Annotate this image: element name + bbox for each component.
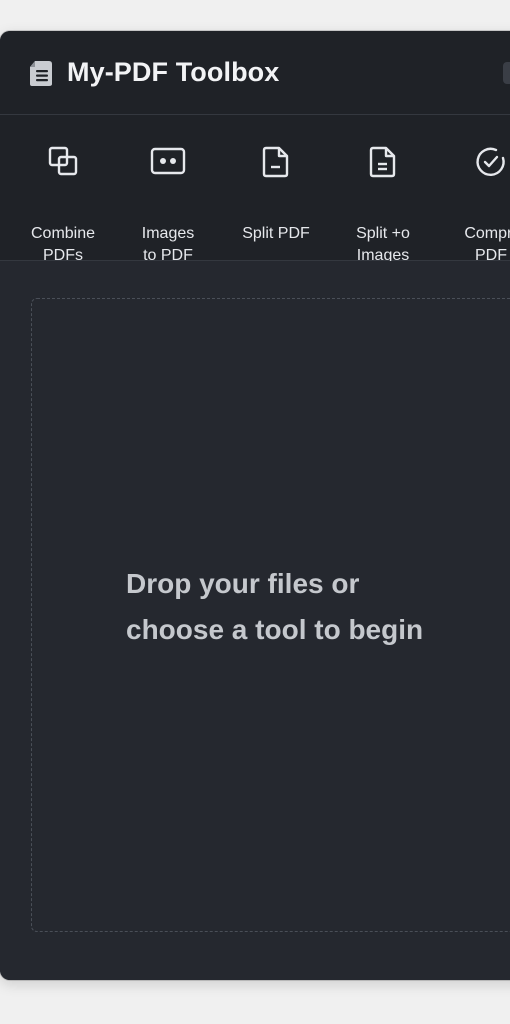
tool-compress-pdf[interactable]: Compr‑ PDF xyxy=(436,115,510,264)
dropzone-message: Drop your files or choose a tool to begi… xyxy=(126,568,424,645)
title-bar: My-PDF Toolbox xyxy=(0,31,510,115)
window-control-button[interactable] xyxy=(503,62,510,84)
check-circle-icon xyxy=(476,147,505,176)
app-logo-icon xyxy=(30,61,52,86)
document-icon xyxy=(262,146,289,178)
app-window: My-PDF Toolbox Combine PDFs Images to PD… xyxy=(0,31,510,980)
combine-icon xyxy=(48,146,78,176)
tool-label: Split PDF xyxy=(242,225,310,242)
document-lines-icon xyxy=(369,146,396,178)
app-title: My-PDF Toolbox xyxy=(67,57,280,87)
drop-area: Drop your files or choose a tool to begi… xyxy=(0,261,510,980)
tool-images-to-pdf[interactable]: Images to PDF xyxy=(113,115,223,264)
image-icon xyxy=(150,147,186,175)
tool-toolbar: Combine PDFs Images to PDF Split PDF Spl… xyxy=(0,115,510,264)
tool-split-to-images[interactable]: Split +o Images xyxy=(328,115,438,264)
tool-split-pdf[interactable]: Split PDF xyxy=(221,115,331,260)
tool-combine-pdfs[interactable]: Combine PDFs xyxy=(8,115,118,264)
